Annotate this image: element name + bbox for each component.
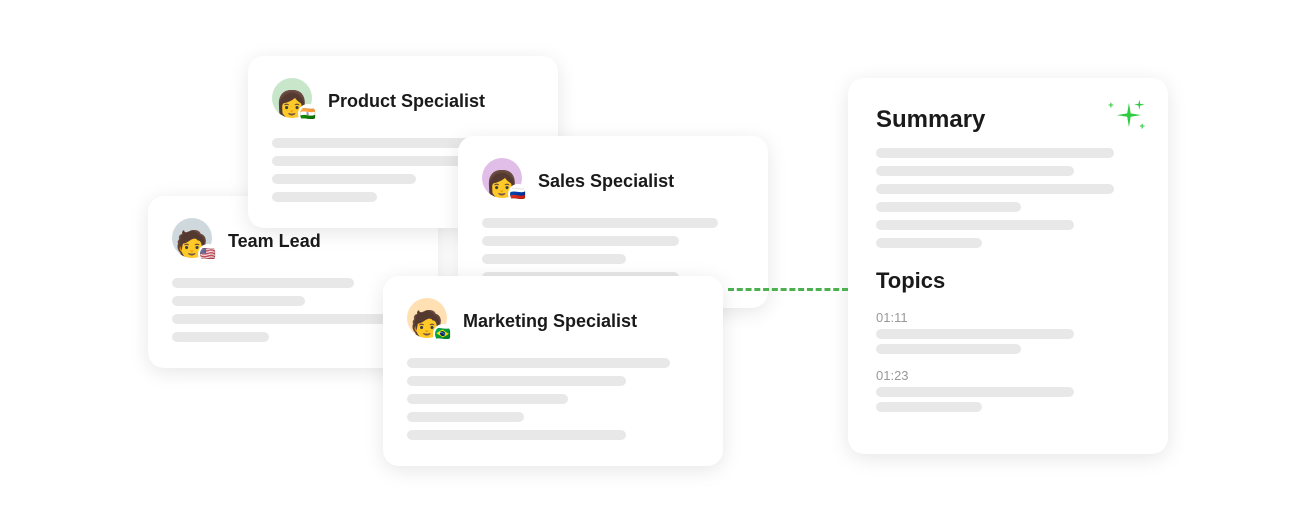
- topics-title: Topics: [876, 268, 1140, 294]
- flag-br: 🇧🇷: [433, 324, 453, 344]
- placeholder-line: [482, 218, 718, 228]
- card-header: 👩 🇷🇺 Sales Specialist: [482, 158, 744, 204]
- marketing-specialist-title: Marketing Specialist: [463, 311, 637, 332]
- placeholder-line: [172, 332, 269, 342]
- placeholder-line: [407, 430, 626, 440]
- sparkle-icon: + +: [1096, 96, 1148, 154]
- topic-line: [876, 387, 1074, 397]
- placeholder-line: [407, 376, 626, 386]
- main-scene: 🧑 🇺🇸 Team Lead 👩 🇮🇳 Product: [0, 0, 1316, 532]
- svg-text:+: +: [1139, 121, 1145, 132]
- placeholder-line: [482, 254, 626, 264]
- placeholder-line: [407, 394, 568, 404]
- placeholder-line: [407, 358, 670, 368]
- topic-time-1: 01:11: [876, 310, 1140, 325]
- placeholder-line: [272, 174, 416, 184]
- summary-line: [876, 184, 1114, 194]
- avatar-marketing: 🧑 🇧🇷: [407, 298, 453, 344]
- flag-in: 🇮🇳: [298, 104, 318, 124]
- flag-us: 🇺🇸: [198, 244, 218, 264]
- topic-time-2: 01:23: [876, 368, 1140, 383]
- summary-lines: [876, 148, 1140, 248]
- product-specialist-title: Product Specialist: [328, 91, 485, 112]
- placeholder-line: [272, 192, 377, 202]
- topic-line: [876, 329, 1074, 339]
- topic-line: [876, 344, 1021, 354]
- summary-line: [876, 148, 1114, 158]
- avatar-team-lead: 🧑 🇺🇸: [172, 218, 218, 264]
- flag-ru: 🇷🇺: [508, 184, 528, 204]
- cards-area: 🧑 🇺🇸 Team Lead 👩 🇮🇳 Product: [148, 26, 828, 506]
- summary-line: [876, 238, 982, 248]
- placeholder-line: [407, 412, 524, 422]
- summary-line: [876, 202, 1021, 212]
- svg-text:+: +: [1108, 100, 1114, 111]
- summary-line: [876, 220, 1074, 230]
- avatar-product: 👩 🇮🇳: [272, 78, 318, 124]
- placeholder-line: [172, 296, 305, 306]
- card-header: 🧑 🇧🇷 Marketing Specialist: [407, 298, 699, 344]
- placeholder-line: [482, 236, 679, 246]
- team-lead-title: Team Lead: [228, 231, 321, 252]
- placeholder-line: [172, 314, 390, 324]
- summary-panel: + + Summary Topics 01:11 01:23: [848, 78, 1168, 454]
- avatar-sales: 👩 🇷🇺: [482, 158, 528, 204]
- topic-line: [876, 402, 982, 412]
- placeholder-line: [172, 278, 354, 288]
- placeholder-line: [272, 156, 469, 166]
- topic-item-2: 01:23: [876, 368, 1140, 412]
- card-header: 👩 🇮🇳 Product Specialist: [272, 78, 534, 124]
- topic-item-1: 01:11: [876, 310, 1140, 354]
- sales-specialist-title: Sales Specialist: [538, 171, 674, 192]
- marketing-specialist-card[interactable]: 🧑 🇧🇷 Marketing Specialist: [383, 276, 723, 466]
- summary-line: [876, 166, 1074, 176]
- connector-line: [728, 288, 848, 291]
